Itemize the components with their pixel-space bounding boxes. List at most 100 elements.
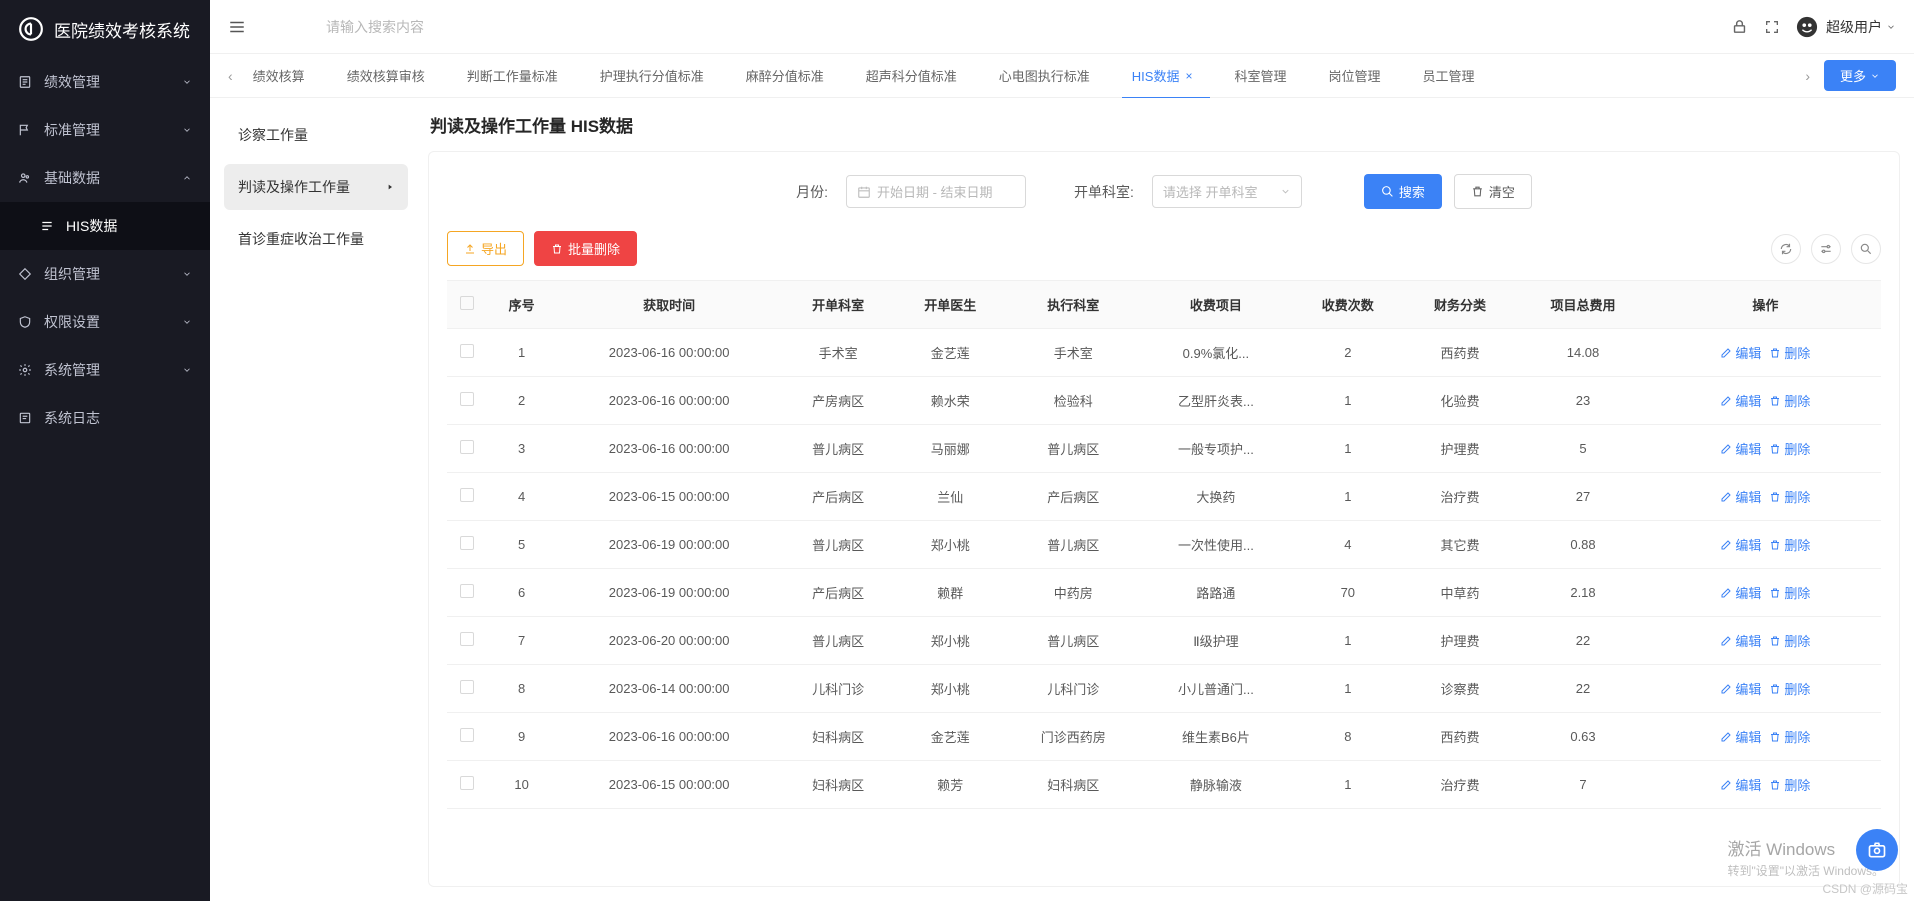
checkbox[interactable] (460, 392, 474, 406)
close-icon[interactable]: × (1185, 69, 1192, 83)
col-2: 开单科室 (782, 281, 894, 329)
chevron-up-icon (182, 173, 192, 183)
col-1: 获取时间 (556, 281, 782, 329)
log-icon (18, 411, 34, 425)
camera-icon (1867, 840, 1887, 860)
users-icon (18, 171, 34, 185)
main: 超级用户 ‹ 绩效核算绩效核算审核判断工作量标准护理执行分值标准麻醉分值标准超声… (210, 0, 1914, 901)
tabs-next[interactable]: › (1805, 68, 1810, 84)
checkbox[interactable] (460, 488, 474, 502)
edit-link[interactable]: 编辑 (1720, 391, 1761, 410)
filters: 月份: 开始日期 - 结束日期 开单科室: 请选择 开单科室 搜索 清空 (447, 168, 1881, 227)
search-input[interactable] (326, 19, 1731, 35)
sidebar-item-org[interactable]: 组织管理 (0, 250, 210, 298)
more-button[interactable]: 更多 (1824, 60, 1896, 91)
checkbox[interactable] (460, 536, 474, 550)
list-icon (40, 219, 56, 233)
delete-link[interactable]: 删除 (1769, 583, 1810, 602)
sidebar-item-sys[interactable]: 系统管理 (0, 346, 210, 394)
subnav-item-0[interactable]: 诊察工作量 (224, 112, 408, 158)
checkbox[interactable] (460, 632, 474, 646)
delete-link[interactable]: 删除 (1769, 391, 1810, 410)
checkbox[interactable] (460, 776, 474, 790)
edit-link[interactable]: 编辑 (1720, 583, 1761, 602)
refresh-button[interactable] (1771, 234, 1801, 264)
tab-8[interactable]: 科室管理 (1234, 54, 1286, 98)
tabs-prev[interactable]: ‹ (228, 68, 233, 84)
tab-4[interactable]: 麻醉分值标准 (746, 54, 824, 98)
search-icon (1859, 242, 1873, 256)
gear-icon (18, 363, 34, 377)
subnav-item-1[interactable]: 判读及操作工作量 (224, 164, 408, 210)
subnav-item-2[interactable]: 首诊重症收治工作量 (224, 216, 408, 262)
date-range-input[interactable]: 开始日期 - 结束日期 (846, 175, 1026, 208)
edit-link[interactable]: 编辑 (1720, 343, 1761, 362)
search-table-button[interactable] (1851, 234, 1881, 264)
checkbox[interactable] (460, 728, 474, 742)
checkbox[interactable] (460, 584, 474, 598)
delete-link[interactable]: 删除 (1769, 727, 1810, 746)
checkbox[interactable] (460, 344, 474, 358)
edit-link[interactable]: 编辑 (1720, 487, 1761, 506)
edit-link[interactable]: 编辑 (1720, 727, 1761, 746)
table-row: 12023-06-16 00:00:00手术室金艺莲手术室0.9%氯化...2西… (447, 329, 1881, 377)
delete-link[interactable]: 删除 (1769, 343, 1810, 362)
data-table: 序号获取时间开单科室开单医生执行科室收费项目收费次数财务分类项目总费用操作 12… (447, 281, 1881, 809)
tab-3[interactable]: 护理执行分值标准 (600, 54, 704, 98)
delete-link[interactable]: 删除 (1769, 535, 1810, 554)
sidebar-item-perf[interactable]: 绩效管理 (0, 58, 210, 106)
table-wrap[interactable]: 序号获取时间开单科室开单医生执行科室收费项目收费次数财务分类项目总费用操作 12… (447, 280, 1881, 870)
table-row: 22023-06-16 00:00:00产房病区赖水荣检验科乙型肝炎表...1化… (447, 377, 1881, 425)
search-icon (1381, 185, 1394, 198)
user-menu[interactable]: 超级用户 (1796, 16, 1896, 38)
table-row: 62023-06-19 00:00:00产后病区赖群中药房路路通70中草药2.1… (447, 569, 1881, 617)
sidebar-item-log[interactable]: 系统日志 (0, 394, 210, 442)
edit-link[interactable]: 编辑 (1720, 679, 1761, 698)
chevron-down-icon (182, 77, 192, 87)
col-0: 序号 (487, 281, 556, 329)
card: 月份: 开始日期 - 结束日期 开单科室: 请选择 开单科室 搜索 清空 导出 … (428, 151, 1900, 887)
sidebar-item-auth[interactable]: 权限设置 (0, 298, 210, 346)
hamburger-icon[interactable] (228, 18, 246, 36)
chevron-down-icon (182, 317, 192, 327)
tab-7[interactable]: HIS数据× (1132, 54, 1193, 98)
chevron-down-icon (1280, 186, 1291, 197)
app-logo: 医院绩效考核系统 (0, 0, 210, 58)
delete-link[interactable]: 删除 (1769, 439, 1810, 458)
clear-button[interactable]: 清空 (1454, 174, 1532, 209)
delete-link[interactable]: 删除 (1769, 775, 1810, 794)
batch-delete-button[interactable]: 批量删除 (534, 231, 637, 266)
tab-6[interactable]: 心电图执行标准 (999, 54, 1090, 98)
delete-link[interactable]: 删除 (1769, 487, 1810, 506)
search-button[interactable]: 搜索 (1364, 174, 1442, 209)
tab-2[interactable]: 判断工作量标准 (467, 54, 558, 98)
tab-9[interactable]: 岗位管理 (1328, 54, 1380, 98)
settings-button[interactable] (1811, 234, 1841, 264)
lock-icon[interactable] (1731, 18, 1748, 35)
diamond-icon (18, 267, 34, 281)
tab-5[interactable]: 超声科分值标准 (866, 54, 957, 98)
header: 超级用户 (210, 0, 1914, 54)
tab-10[interactable]: 员工管理 (1423, 54, 1475, 98)
tab-1[interactable]: 绩效核算审核 (347, 54, 425, 98)
sidebar-item-standard[interactable]: 标准管理 (0, 106, 210, 154)
edit-link[interactable]: 编辑 (1720, 775, 1761, 794)
tab-0[interactable]: 绩效核算 (253, 54, 305, 98)
sidebar-item-basedata[interactable]: 基础数据 (0, 154, 210, 202)
dept-select[interactable]: 请选择 开单科室 (1152, 175, 1302, 208)
sidebar-sub-his[interactable]: HIS数据 (0, 202, 210, 250)
chevron-down-icon (182, 269, 192, 279)
trash-icon (551, 243, 563, 255)
edit-link[interactable]: 编辑 (1720, 535, 1761, 554)
export-button[interactable]: 导出 (447, 231, 524, 266)
checkbox-all[interactable] (460, 296, 474, 310)
edit-link[interactable]: 编辑 (1720, 631, 1761, 650)
fab-button[interactable] (1856, 829, 1898, 871)
delete-link[interactable]: 删除 (1769, 631, 1810, 650)
delete-link[interactable]: 删除 (1769, 679, 1810, 698)
checkbox[interactable] (460, 440, 474, 454)
edit-link[interactable]: 编辑 (1720, 439, 1761, 458)
table-row: 32023-06-16 00:00:00普儿病区马丽娜普儿病区一般专项护...1… (447, 425, 1881, 473)
fullscreen-icon[interactable] (1764, 19, 1780, 35)
checkbox[interactable] (460, 680, 474, 694)
